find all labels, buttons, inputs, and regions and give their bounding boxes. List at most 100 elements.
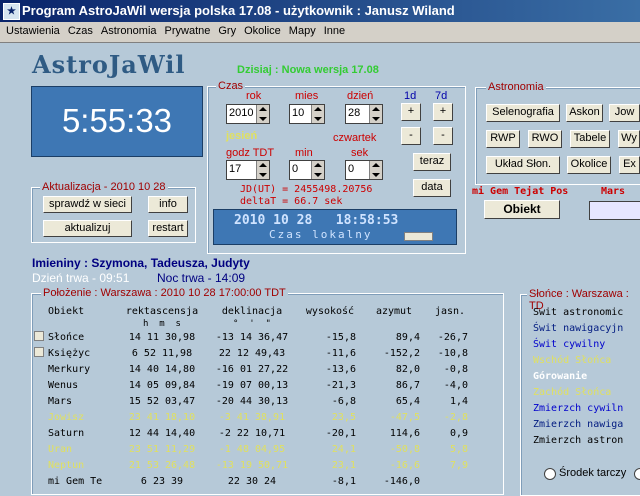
mies-label: mies <box>295 90 319 102</box>
sub-m: m <box>159 318 165 329</box>
name-days: Imieniny : Szymona, Tadeusza, Judyty <box>32 256 250 270</box>
rwo-button[interactable]: RWO <box>528 130 562 148</box>
menu-ustawienia[interactable]: Ustawienia <box>0 22 64 40</box>
askon-button[interactable]: Askon <box>566 104 603 122</box>
row-checkbox-cell <box>34 457 48 473</box>
row-checkbox-cell <box>34 377 48 393</box>
row-checkbox-cell <box>34 393 48 409</box>
selenografia-button[interactable]: Selenografia <box>486 104 560 122</box>
cell-dec: -1 48 04,95 <box>218 443 286 455</box>
tabele-button[interactable]: Tabele <box>570 130 610 148</box>
col-az: azymut <box>375 305 413 317</box>
sun-event-item: Świt nawigacyjn <box>533 323 624 334</box>
teraz-button[interactable]: teraz <box>413 153 451 171</box>
minus-1d-button[interactable]: - <box>401 127 421 145</box>
cell-dec: -13 19 50,71 <box>215 459 289 471</box>
godz-spinner[interactable]: 17 <box>226 160 270 180</box>
second-radio[interactable] <box>634 468 640 480</box>
news-link[interactable]: Dzisiaj : Nowa wersja 17.08 <box>237 64 379 76</box>
menu-okolice[interactable]: Okolice <box>240 22 285 40</box>
update-button[interactable]: aktualizuj <box>43 220 132 237</box>
spin-arrows-icon[interactable] <box>311 105 324 123</box>
sun-event-item: Zmierzch astron <box>533 435 624 446</box>
dzien-value: 28 <box>348 107 361 119</box>
cell-az: 114,6 <box>389 427 420 439</box>
cell-az: 65,4 <box>395 395 420 407</box>
spin-arrows-icon[interactable] <box>256 105 269 123</box>
cell-alt: 24,1 <box>331 443 356 455</box>
spin-arrows-icon[interactable] <box>369 161 382 179</box>
uklad-slon-button[interactable]: Układ Słon. <box>486 156 560 174</box>
sun-event-item: Świt astronomic <box>533 307 624 318</box>
object-input[interactable] <box>589 201 640 220</box>
menu-czas[interactable]: Czas <box>64 22 97 40</box>
minus-7d-button[interactable]: - <box>433 127 453 145</box>
ex-button[interactable]: Ex <box>619 156 640 174</box>
cell-mag: -0,8 <box>443 363 468 375</box>
dzien-spinner[interactable]: 28 <box>345 104 383 124</box>
cell-az: 89,4 <box>395 331 420 343</box>
rwp-button[interactable]: RWP <box>486 130 520 148</box>
cell-dec: -3 41 38,91 <box>218 411 286 423</box>
cell-mag: 7,9 <box>449 459 468 471</box>
mies-spinner[interactable]: 10 <box>289 104 325 124</box>
spin-arrows-icon[interactable] <box>311 161 324 179</box>
min-spinner[interactable]: 0 <box>289 160 325 180</box>
cell-alt: -11,6 <box>325 347 356 359</box>
czas-label: Czas <box>216 80 246 92</box>
cell-az: 82,0 <box>395 363 420 375</box>
cell-mag: -2,8 <box>443 411 468 423</box>
wy-button[interactable]: Wy <box>618 130 640 148</box>
rok-spinner[interactable]: 2010 <box>226 104 270 124</box>
okolice-button[interactable]: Okolice <box>567 156 611 174</box>
cell-alt: -21,3 <box>325 379 356 391</box>
sek-spinner[interactable]: 0 <box>345 160 383 180</box>
plus-1d-button[interactable]: + <box>401 103 421 121</box>
mies-value: 10 <box>292 107 305 119</box>
data-button[interactable]: data <box>413 179 451 197</box>
jow-button[interactable]: Jow <box>609 104 640 122</box>
check-online-button[interactable]: sprawdź w sieci <box>43 196 132 213</box>
sun-event-item: Zmierzch nawiga <box>533 419 624 430</box>
info-button[interactable]: info <box>148 196 188 213</box>
cell-alt: -6,8 <box>331 395 356 407</box>
cell-name: Neptun <box>48 459 85 471</box>
menu-prywatne[interactable]: Prywatne <box>161 22 215 40</box>
cell-mag: 0,9 <box>449 427 468 439</box>
jd-readout: JD(UT) = 2455498.20756 <box>240 184 373 195</box>
cell-az: -146,0 <box>383 475 420 487</box>
row-checkbox[interactable] <box>34 346 44 357</box>
rok-value: 2010 <box>229 107 254 119</box>
cell-alt: -13,6 <box>325 363 356 375</box>
table-row: Merkury 14 40 14,80 -16 01 27,22 -13,6 82,0 -… <box>34 361 474 377</box>
restart-button[interactable]: restart <box>148 220 188 237</box>
window-title: Program AstroJaWil wersja polska 17.08 -… <box>22 3 455 18</box>
local-time-toggle[interactable] <box>404 232 433 241</box>
plus-7d-button[interactable]: + <box>433 103 453 121</box>
menu-astronomia[interactable]: Astronomia <box>97 22 161 40</box>
menu-mapy[interactable]: Mapy <box>285 22 320 40</box>
sub-deg: ° <box>233 318 239 329</box>
cell-mag: -10,8 <box>437 347 468 359</box>
cell-name: Słońce <box>48 331 85 343</box>
local-time-caption: Czas lokalny <box>269 228 373 241</box>
sek-label: sek <box>351 147 369 159</box>
cell-mag: -4,0 <box>443 379 468 391</box>
table-header-row: Obiekt rektascensja deklinacja wysokość … <box>34 303 474 319</box>
spin-arrows-icon[interactable] <box>256 161 269 179</box>
cell-ra: 6 52 11,98 <box>131 347 193 359</box>
clock-display: 5:55:33 <box>31 86 203 157</box>
cell-mag <box>426 473 474 489</box>
row-checkbox-cell <box>34 329 48 345</box>
menu-inne[interactable]: Inne <box>320 22 349 40</box>
menu-gry[interactable]: Gry <box>214 22 240 40</box>
sun-event-item: Zachód Słońca <box>533 387 612 398</box>
obiekt-button[interactable]: Obiekt <box>484 200 560 219</box>
cell-ra: 21 53 26,48 <box>128 459 196 471</box>
spin-arrows-icon[interactable] <box>369 105 382 123</box>
cell-name: Mars <box>48 395 73 407</box>
app-icon: ★ <box>3 3 20 20</box>
srodek-radio[interactable] <box>544 468 556 480</box>
7d-label: 7d <box>435 90 448 102</box>
row-checkbox[interactable] <box>34 330 44 341</box>
